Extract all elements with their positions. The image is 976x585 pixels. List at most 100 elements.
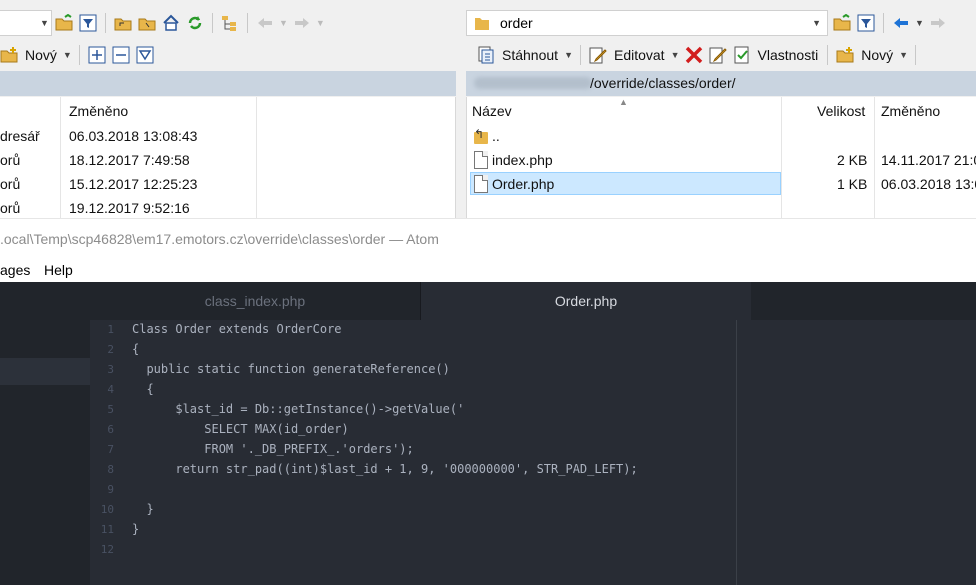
new-file-icon[interactable] — [836, 46, 854, 64]
properties-button[interactable]: Vlastnosti — [758, 47, 819, 63]
new-button[interactable]: Nový — [861, 47, 893, 63]
forward-arrow-icon[interactable] — [293, 14, 311, 32]
tree-view[interactable] — [0, 282, 90, 585]
download-icon[interactable] — [477, 46, 495, 64]
chevron-down-icon[interactable]: ▼ — [812, 18, 821, 28]
atom-workspace: class_index.php Order.php 1 2 3 4 5 6 7 … — [0, 282, 976, 585]
right-path-text: /override/classes/order/ — [590, 75, 736, 91]
folder-icon — [475, 15, 489, 31]
code-line[interactable]: } — [132, 502, 153, 516]
list-item-name[interactable]: Order.php — [492, 176, 554, 192]
select-minus-icon[interactable] — [112, 46, 130, 64]
left-path-combo[interactable]: ▼ — [0, 10, 52, 36]
filter-icon[interactable] — [857, 14, 875, 32]
list-item-size: 2 KB — [837, 152, 868, 168]
chevron-down-icon[interactable]: ▼ — [899, 50, 908, 60]
edit-button[interactable]: Editovat — [614, 47, 665, 63]
code-line[interactable]: SELECT MAX(id_order) — [132, 422, 349, 436]
list-item-changed: 18.12.2017 7:49:58 — [69, 152, 190, 168]
separator — [105, 13, 106, 33]
line-number: 10 — [100, 503, 114, 516]
tab-order-php[interactable]: Order.php — [421, 282, 751, 320]
delete-icon[interactable] — [685, 46, 703, 64]
right-path-combo-value: order — [500, 15, 533, 31]
left-toolbar-actions: Nový ▼ — [0, 40, 157, 70]
code-line[interactable]: return str_pad((int)$last_id + 1, 9, '00… — [132, 462, 637, 476]
chevron-down-icon[interactable]: ▼ — [63, 50, 72, 60]
list-item-name[interactable]: dresář — [0, 128, 40, 144]
code-line[interactable]: public static function generateReference… — [132, 362, 449, 376]
right-toolbar-actions: Stáhnout ▼ Editovat ▼ Vlastnosti Nový ▼ — [474, 40, 921, 70]
new-button[interactable]: Nový — [25, 47, 57, 63]
menu-item-help[interactable]: Help — [44, 262, 73, 278]
forward-arrow-icon[interactable] — [929, 14, 947, 32]
code-line[interactable]: $last_id = Db::getInstance()->getValue(' — [132, 402, 464, 416]
open-folder-icon[interactable] — [833, 13, 851, 32]
tab-bar: class_index.php Order.php — [90, 282, 976, 320]
code-line[interactable]: { — [132, 342, 139, 356]
properties-icon[interactable] — [733, 46, 751, 64]
list-item-name[interactable]: orů — [0, 200, 20, 216]
column-divider — [874, 97, 875, 218]
back-arrow-icon[interactable] — [256, 14, 274, 32]
chevron-down-icon[interactable]: ▼ — [316, 18, 325, 28]
line-number: 7 — [107, 443, 114, 456]
separator — [883, 13, 884, 33]
line-number-gutter: 1 2 3 4 5 6 7 8 9 10 11 12 — [90, 320, 124, 585]
list-item-changed: 15.12.2017 12:25:23 — [69, 176, 198, 192]
home-icon[interactable] — [162, 14, 180, 32]
edit-icon[interactable] — [589, 46, 607, 64]
menu-item-packages[interactable]: ages — [0, 262, 30, 278]
list-item-name[interactable]: orů — [0, 152, 20, 168]
column-header-size[interactable]: Velikost — [817, 103, 865, 119]
code-line[interactable]: { — [132, 382, 153, 396]
chevron-down-icon[interactable]: ▼ — [279, 18, 288, 28]
left-file-list[interactable]: Změněno dresář 06.03.2018 13:08:43 orů 1… — [0, 97, 456, 218]
parent-directory-icon[interactable] — [114, 14, 132, 32]
blurred-hostname — [474, 77, 592, 89]
list-item-name[interactable]: .. — [492, 128, 500, 144]
code-line[interactable]: FROM '._DB_PREFIX_.'orders'); — [132, 442, 414, 456]
code-editor[interactable]: 1 2 3 4 5 6 7 8 9 10 11 12 Class Order e… — [90, 320, 976, 585]
right-file-list[interactable]: ▲ Název Velikost Změněno .. index.php 2 … — [466, 97, 976, 218]
list-item-name[interactable]: index.php — [492, 152, 553, 168]
file-icon — [474, 175, 488, 193]
back-arrow-icon[interactable] — [892, 14, 910, 32]
chevron-down-icon[interactable]: ▼ — [564, 50, 573, 60]
new-file-icon[interactable] — [0, 46, 18, 64]
list-item-name[interactable]: orů — [0, 176, 20, 192]
column-header-name[interactable]: Název — [472, 103, 512, 119]
separator — [579, 45, 581, 65]
chevron-down-icon[interactable]: ▼ — [40, 18, 49, 28]
filter-icon[interactable] — [79, 14, 97, 32]
chevron-down-icon[interactable]: ▼ — [915, 18, 924, 28]
line-number: 4 — [107, 383, 114, 396]
left-path-bar[interactable] — [0, 71, 456, 96]
select-plus-icon[interactable] — [88, 46, 106, 64]
root-directory-icon[interactable] — [138, 14, 156, 32]
tree-view-icon[interactable] — [221, 14, 239, 32]
refresh-icon[interactable] — [186, 14, 204, 32]
column-header-changed[interactable]: Změněno — [881, 103, 940, 119]
code-line[interactable]: Class Order extends OrderCore — [132, 322, 342, 336]
line-number: 11 — [100, 523, 114, 536]
open-folder-icon[interactable] — [55, 13, 73, 32]
parent-folder-icon — [474, 127, 488, 144]
right-path-combo[interactable]: order ▼ — [466, 10, 828, 36]
column-divider — [60, 97, 61, 218]
right-path-bar[interactable]: /override/classes/order/ — [466, 71, 976, 96]
panel-splitter[interactable] — [456, 71, 466, 218]
file-manager-window: ▼ ▼ ▼ Nový ▼ order ▼ ▼ Stáhnout ▼ Editov… — [0, 0, 976, 218]
tree-view-selected-item[interactable] — [0, 358, 90, 385]
wrap-guide — [736, 320, 737, 585]
tab-class-index[interactable]: class_index.php — [90, 282, 421, 320]
column-header-changed[interactable]: Změněno — [69, 103, 128, 119]
sort-ascending-icon: ▲ — [619, 97, 628, 107]
code-line[interactable]: } — [132, 522, 139, 536]
separator — [915, 45, 917, 65]
chevron-down-icon[interactable]: ▼ — [671, 50, 680, 60]
filter-select-icon[interactable] — [136, 46, 154, 64]
column-divider — [256, 97, 257, 218]
download-button[interactable]: Stáhnout — [502, 47, 558, 63]
rename-icon[interactable] — [709, 46, 727, 64]
